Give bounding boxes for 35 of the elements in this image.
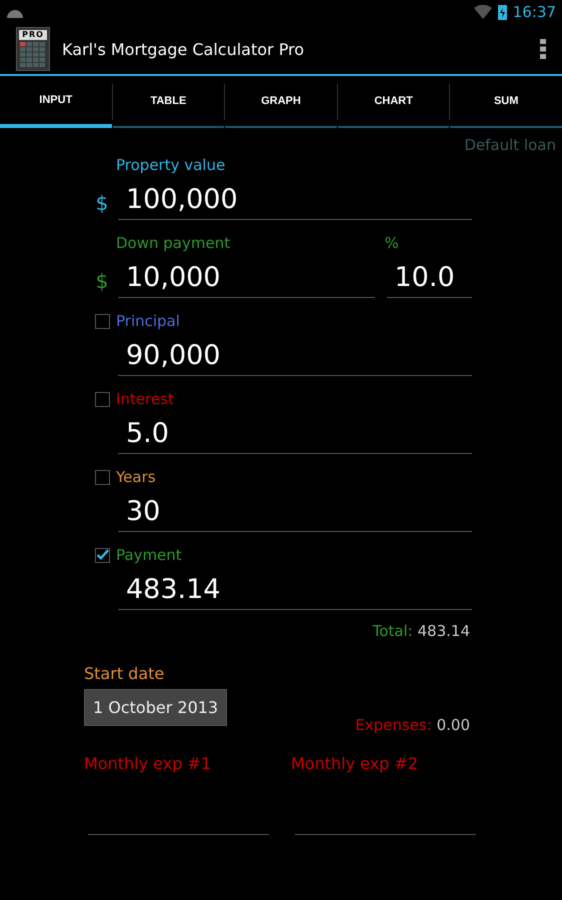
expense-label: Monthly exp #1 <box>84 754 212 773</box>
input-field[interactable]: 483.14 <box>118 566 472 610</box>
field-label: % <box>384 233 400 254</box>
tab[interactable]: SUM <box>450 76 562 128</box>
checkbox[interactable] <box>94 314 110 329</box>
input-field[interactable]: 90,000 <box>118 332 472 376</box>
input-field[interactable]: 30 <box>118 488 472 532</box>
total-text: Total: 483.14 <box>372 622 470 640</box>
field-label: Property value <box>116 155 226 176</box>
checkbox[interactable] <box>94 392 110 407</box>
overflow-menu-icon[interactable] <box>540 39 546 59</box>
field-label: Years <box>116 467 157 488</box>
field-label: Down payment <box>116 233 232 254</box>
dollar-sign: $ <box>96 269 108 293</box>
app-title: Karl's Mortgage Calculator Pro <box>62 40 306 58</box>
field-label: Principal <box>116 311 181 332</box>
expense-label: Monthly exp #2 <box>291 754 420 773</box>
clock: 16:37 <box>512 3 556 21</box>
date-button[interactable]: 1 October 2013 <box>84 689 228 726</box>
expenses-text: Expenses: 0.00 <box>355 716 470 734</box>
input-field[interactable]: 10,000 <box>118 254 374 298</box>
app-logo: PRO <box>16 27 50 71</box>
input-field[interactable]: 5.0 <box>118 410 472 454</box>
start-date-label: Start date <box>84 664 166 683</box>
loan-name: Default loan <box>463 135 557 154</box>
wifi-icon <box>474 5 492 19</box>
input-field[interactable]: 100,000 <box>118 176 472 220</box>
checkbox[interactable] <box>94 470 110 485</box>
input-field[interactable]: 10.0 <box>386 254 472 298</box>
checkbox[interactable] <box>94 548 110 563</box>
field-label: Payment <box>116 545 183 566</box>
battery-icon <box>498 4 507 20</box>
dollar-sign: $ <box>96 191 108 215</box>
field-label: Interest <box>116 389 175 410</box>
tab[interactable]: INPUT <box>0 76 112 128</box>
